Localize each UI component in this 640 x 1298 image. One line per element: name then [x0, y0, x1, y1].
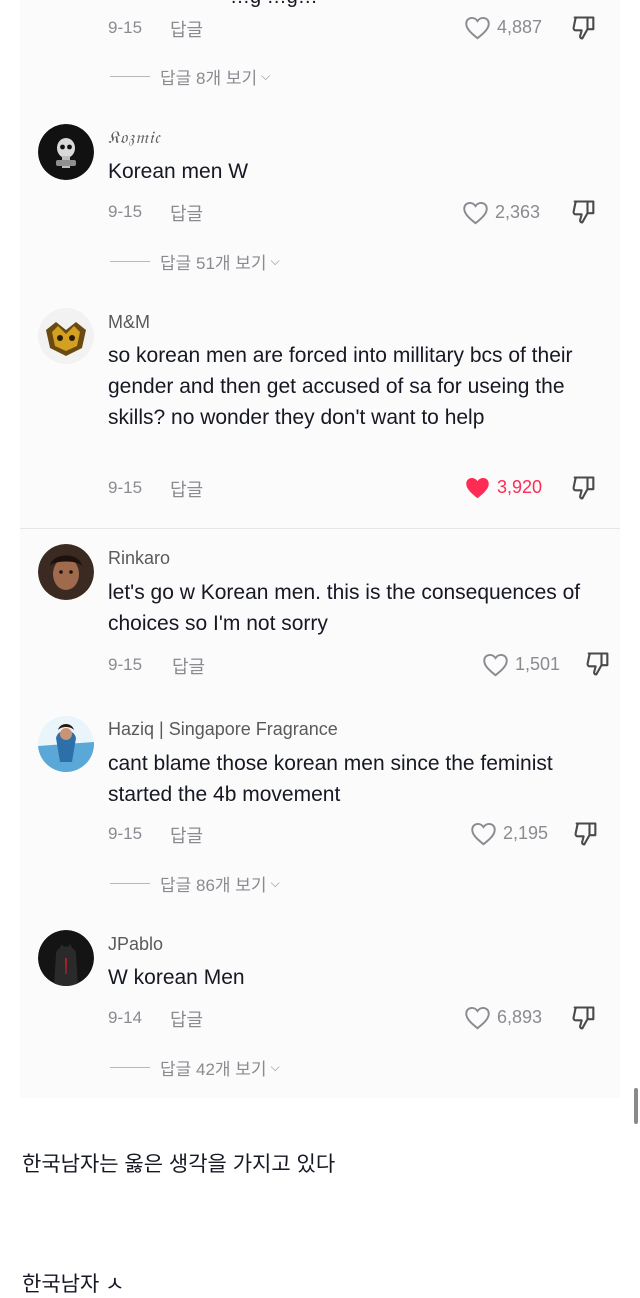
thumbs-down-icon[interactable] [570, 14, 598, 42]
like-button[interactable]: 6,893 [464, 1004, 542, 1030]
view-replies-label: 답글 8개 보기 [160, 68, 258, 88]
thumbs-down-icon[interactable] [584, 650, 612, 678]
comment-username[interactable]: Rinkaro [108, 548, 170, 569]
comment-text: let's go w Korean men. this is the conse… [108, 581, 581, 635]
section-divider [20, 528, 620, 529]
comment-text: W korean Men [108, 966, 245, 989]
avatar[interactable] [38, 716, 94, 772]
chevron-down-icon: ⌵ [270, 875, 280, 890]
like-button[interactable]: 2,195 [470, 820, 548, 846]
like-button[interactable]: 1,501 [482, 651, 560, 677]
chevron-down-icon: ⌵ [270, 253, 280, 268]
heart-outline-icon [465, 1006, 490, 1029]
like-count: 2,195 [503, 822, 549, 843]
comment-date: 9-15 [108, 655, 143, 674]
reply-button[interactable]: 답글 [170, 476, 203, 502]
reply-button[interactable]: 답글 [170, 16, 203, 42]
chevron-down-icon: ⌵ [261, 68, 271, 83]
like-count: 6,893 [497, 1006, 543, 1027]
divider-line [110, 260, 150, 262]
heart-outline-icon [465, 16, 490, 39]
reply-button[interactable]: 답글 [170, 822, 203, 848]
heart-filled-icon [466, 477, 489, 498]
comment-text: cant blame those korean men since the fe… [108, 752, 553, 806]
like-count: 1,501 [515, 653, 561, 674]
like-count: 2,363 [495, 201, 541, 222]
comment-username[interactable]: M&M [108, 312, 150, 333]
view-replies-button[interactable]: 답글 42개 보기 ⌵ [110, 1055, 280, 1079]
divider-line [110, 75, 150, 77]
post-caption: 한국남자는 옳은 생각을 가지고 있다 [22, 1153, 336, 1176]
heart-outline-icon [463, 201, 488, 224]
skull-avatar-icon [38, 124, 94, 180]
reply-button[interactable]: 답글 [170, 200, 203, 226]
dark-figure-avatar-icon [38, 930, 94, 986]
divider-line [110, 1066, 150, 1068]
portrait-avatar-icon [38, 544, 94, 600]
comment-text: so korean men are forced into millitary … [108, 344, 573, 429]
like-button[interactable]: 3,920 [464, 474, 542, 500]
chevron-down-icon: ⌵ [270, 1059, 280, 1074]
view-replies-label: 답글 86개 보기 [160, 875, 267, 895]
comment-date: 9-15 [108, 18, 143, 37]
avatar[interactable] [38, 124, 94, 180]
like-button[interactable]: 4,887 [464, 14, 542, 40]
view-replies-button[interactable]: 답글 8개 보기 ⌵ [110, 64, 270, 88]
avatar[interactable] [38, 930, 94, 986]
emblem-avatar-icon [38, 308, 94, 364]
thumbs-down-icon[interactable] [570, 1004, 598, 1032]
comment-date: 9-15 [108, 824, 143, 843]
view-replies-label: 답글 51개 보기 [160, 253, 267, 273]
avatar[interactable] [38, 544, 94, 600]
like-count: 3,920 [497, 476, 543, 497]
like-button[interactable]: 2,363 [462, 199, 540, 225]
heart-outline-icon [483, 653, 508, 676]
comment-username[interactable]: 𝔎𝔬𝔷𝔪𝔦𝔠 [108, 128, 161, 148]
heart-outline-icon [471, 822, 496, 845]
cropped-comment-text: …g …g… [230, 0, 318, 9]
view-replies-label: 답글 42개 보기 [160, 1059, 267, 1079]
comment-date: 9-15 [108, 202, 143, 221]
reply-button[interactable]: 답글 [170, 1006, 203, 1032]
avatar[interactable] [38, 308, 94, 364]
post-cut-line: 한국남자 ㅅ [22, 1273, 125, 1296]
comment-date: 9-15 [108, 478, 143, 497]
like-count: 4,887 [497, 16, 543, 37]
scrollbar-thumb[interactable] [634, 1088, 638, 1124]
comment-date: 9-14 [108, 1008, 143, 1027]
view-replies-button[interactable]: 답글 86개 보기 ⌵ [110, 871, 280, 895]
portrait-avatar-icon [38, 716, 94, 772]
thumbs-down-icon[interactable] [570, 198, 598, 226]
thumbs-down-icon[interactable] [572, 820, 600, 848]
comment-text: Korean men W [108, 160, 249, 183]
divider-line [110, 882, 150, 884]
reply-button[interactable]: 답글 [172, 653, 205, 679]
thumbs-down-icon[interactable] [570, 474, 598, 502]
comment-username[interactable]: Haziq | Singapore Fragrance [108, 719, 338, 740]
comment-username[interactable]: JPablo [108, 934, 163, 955]
view-replies-button[interactable]: 답글 51개 보기 ⌵ [110, 249, 280, 273]
